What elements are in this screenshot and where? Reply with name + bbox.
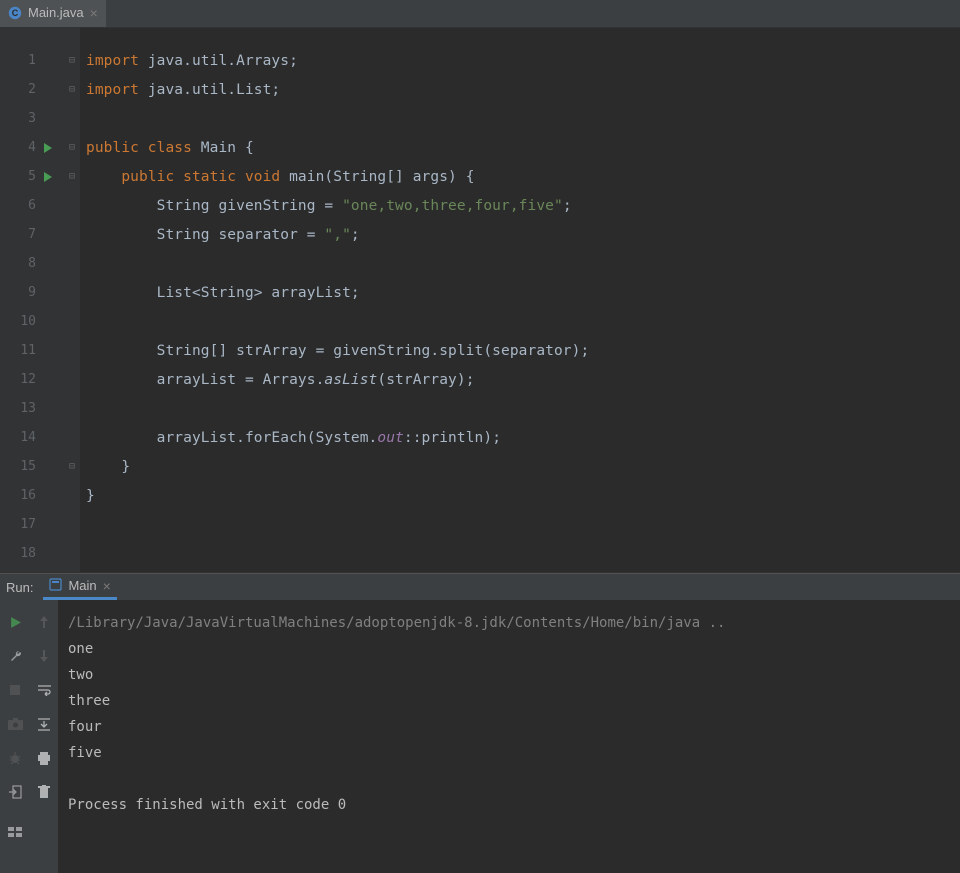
line-number: 11 bbox=[0, 343, 36, 358]
run-toolbar-secondary bbox=[30, 600, 58, 873]
console-line: one bbox=[68, 636, 960, 662]
line-number: 9 bbox=[0, 285, 36, 300]
editor-gutter: 1⊟2⊟34⊟5⊟6789101112131415⊟161718 bbox=[0, 28, 80, 572]
console-exit: Process finished with exit code 0 bbox=[68, 792, 960, 818]
run-tool-window: Run: Main × /Library/Java/J bbox=[0, 572, 960, 873]
gutter-row: 18 bbox=[0, 539, 79, 568]
console-line: three bbox=[68, 688, 960, 714]
gutter-row: 17 bbox=[0, 510, 79, 539]
run-toolbar-left bbox=[0, 600, 30, 873]
run-gutter-icon[interactable] bbox=[44, 143, 52, 153]
camera-icon[interactable] bbox=[5, 714, 25, 734]
gutter-row: 12 bbox=[0, 365, 79, 394]
line-number: 13 bbox=[0, 401, 36, 416]
stop-icon[interactable] bbox=[5, 680, 25, 700]
gutter-row: 10 bbox=[0, 307, 79, 336]
gutter-row: 11 bbox=[0, 336, 79, 365]
gutter-row: 13 bbox=[0, 394, 79, 423]
console-line: five bbox=[68, 740, 960, 766]
gutter-row: 5⊟ bbox=[0, 162, 79, 191]
up-arrow-icon[interactable] bbox=[34, 612, 54, 632]
line-number: 17 bbox=[0, 517, 36, 532]
svg-text:C: C bbox=[12, 8, 19, 18]
line-number: 6 bbox=[0, 198, 36, 213]
fold-icon[interactable]: ⊟ bbox=[69, 142, 75, 153]
gutter-row: 8 bbox=[0, 249, 79, 278]
trash-icon[interactable] bbox=[34, 782, 54, 802]
gutter-row: 3 bbox=[0, 104, 79, 133]
fold-icon[interactable]: ⊟ bbox=[69, 84, 75, 95]
line-number: 8 bbox=[0, 256, 36, 271]
gutter-row: 2⊟ bbox=[0, 75, 79, 104]
print-icon[interactable] bbox=[34, 748, 54, 768]
application-icon bbox=[49, 578, 62, 594]
scroll-to-end-icon[interactable] bbox=[34, 714, 54, 734]
gutter-row: 7 bbox=[0, 220, 79, 249]
line-number: 7 bbox=[0, 227, 36, 242]
layout-icon[interactable] bbox=[5, 822, 25, 842]
exit-icon[interactable] bbox=[5, 782, 25, 802]
line-number: 2 bbox=[0, 82, 36, 97]
gutter-row: 1⊟ bbox=[0, 46, 79, 75]
soft-wrap-icon[interactable] bbox=[34, 680, 54, 700]
line-number: 18 bbox=[0, 546, 36, 561]
line-number: 10 bbox=[0, 314, 36, 329]
fold-icon[interactable]: ⊟ bbox=[69, 171, 75, 182]
run-gutter-icon[interactable] bbox=[44, 172, 52, 182]
gutter-row: 16 bbox=[0, 481, 79, 510]
console-command: /Library/Java/JavaVirtualMachines/adopto… bbox=[68, 610, 960, 636]
close-icon[interactable]: × bbox=[90, 5, 98, 21]
tab-label: Main.java bbox=[28, 5, 84, 20]
line-number: 5 bbox=[0, 169, 36, 184]
fold-icon[interactable]: ⊟ bbox=[69, 55, 75, 66]
line-number: 16 bbox=[0, 488, 36, 503]
line-number: 1 bbox=[0, 53, 36, 68]
gutter-row: 15 ⊟ bbox=[0, 452, 79, 481]
line-number: 14 bbox=[0, 430, 36, 445]
console-line: two bbox=[68, 662, 960, 688]
java-class-icon: C bbox=[8, 6, 22, 20]
down-arrow-icon[interactable] bbox=[34, 646, 54, 666]
line-number: 4 bbox=[0, 140, 36, 155]
line-number: 12 bbox=[0, 372, 36, 387]
run-label: Run: bbox=[6, 580, 33, 595]
gutter-row: 9 bbox=[0, 278, 79, 307]
line-number: 15 bbox=[0, 459, 36, 474]
gutter-row: 6 bbox=[0, 191, 79, 220]
close-icon[interactable]: × bbox=[103, 578, 111, 594]
rerun-icon[interactable] bbox=[5, 612, 25, 632]
bug-icon[interactable] bbox=[5, 748, 25, 768]
run-header: Run: Main × bbox=[0, 573, 960, 600]
console-output[interactable]: /Library/Java/JavaVirtualMachines/adopto… bbox=[58, 600, 960, 873]
wrench-icon[interactable] bbox=[5, 646, 25, 666]
console-line: four bbox=[68, 714, 960, 740]
gutter-row: 4⊟ bbox=[0, 133, 79, 162]
fold-icon[interactable]: ⊟ bbox=[69, 461, 75, 472]
run-tab-main[interactable]: Main × bbox=[43, 574, 116, 600]
line-number: 3 bbox=[0, 111, 36, 126]
code-editor[interactable]: 1⊟2⊟34⊟5⊟6789101112131415⊟161718 import … bbox=[0, 28, 960, 572]
file-tab-main-java[interactable]: C Main.java × bbox=[0, 0, 106, 27]
code-area[interactable]: import java.util.Arrays; import java.uti… bbox=[80, 28, 960, 572]
gutter-row: 14 bbox=[0, 423, 79, 452]
run-tab-label: Main bbox=[68, 578, 96, 593]
editor-tab-bar: C Main.java × bbox=[0, 0, 960, 28]
